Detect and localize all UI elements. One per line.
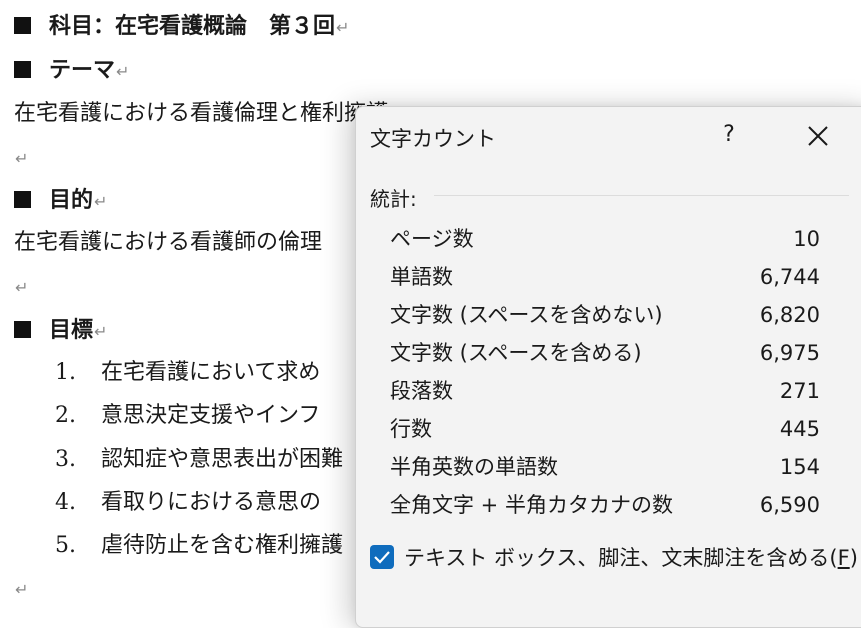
goal-item: 3. 認知症や意思表出が困難 [55, 447, 344, 472]
heading-theme: テーマ↵ [14, 55, 129, 87]
bullet-square-icon [14, 17, 31, 34]
bullet-square-icon [14, 321, 31, 338]
stat-row-pages: ページ数 10 [390, 227, 820, 251]
empty-paragraph: ↵ [14, 574, 28, 605]
paragraph-mark: ↵ [15, 149, 29, 168]
paragraph-mark: ↵ [15, 580, 29, 599]
stat-row-paragraphs: 段落数 271 [390, 379, 820, 403]
heading-goals: 目標↵ [14, 315, 107, 347]
stat-row-chars-with-spaces: 文字数 (スペースを含める) 6,975 [390, 341, 820, 365]
paragraph-mark: ↵ [336, 18, 350, 37]
stat-row-chars-no-spaces: 文字数 (スペースを含めない) 6,820 [390, 303, 820, 327]
heading-purpose: 目的↵ [14, 185, 107, 217]
close-icon [808, 126, 828, 146]
heading-subject: 科目：在宅看護概論 第３回↵ [14, 11, 349, 43]
goal-item: 2. 意思決定支援やインフ [55, 403, 321, 428]
stat-row-lines: 行数 445 [390, 417, 820, 441]
paragraph-mark: ↵ [116, 62, 130, 81]
paragraph-mark: ↵ [15, 278, 29, 297]
statistics-label: 統計: [370, 187, 417, 211]
purpose-text: 在宅看護における看護師の倫理 [14, 230, 323, 255]
checkmark-icon [374, 551, 390, 564]
goal-item: 1. 在宅看護において求め [55, 360, 321, 385]
access-key: F [837, 546, 850, 570]
bullet-square-icon [14, 191, 31, 208]
empty-paragraph: ↵ [14, 272, 28, 303]
stat-row-full-width-chars: 全角文字 + 半角カタカナの数 6,590 [390, 493, 820, 517]
dialog-title: 文字カウント [370, 127, 496, 151]
stat-row-words: 単語数 6,744 [390, 265, 820, 289]
empty-paragraph: ↵ [14, 143, 28, 174]
word-count-dialog: 文字カウント ? 統計: ページ数 10 単語数 6,744 文字数 (スペースを含… [355, 106, 861, 628]
include-checkbox[interactable] [370, 545, 394, 569]
paragraph-mark: ↵ [94, 192, 108, 211]
divider [434, 195, 849, 196]
goal-item: 5. 虐待防止を含む権利擁護 [55, 533, 344, 558]
paragraph-mark: ↵ [94, 322, 108, 341]
include-checkbox-label: テキスト ボックス、脚注、文末脚注を含める(F) [404, 546, 858, 570]
stat-row-half-width-words: 半角英数の単語数 154 [390, 455, 820, 479]
close-button[interactable] [801, 119, 835, 153]
theme-text: 在宅看護における看護倫理と権利擁護 [14, 101, 389, 126]
help-button[interactable]: ? [714, 119, 744, 151]
goal-item: 4. 看取りにおける意思の [55, 490, 322, 515]
bullet-square-icon [14, 61, 31, 78]
